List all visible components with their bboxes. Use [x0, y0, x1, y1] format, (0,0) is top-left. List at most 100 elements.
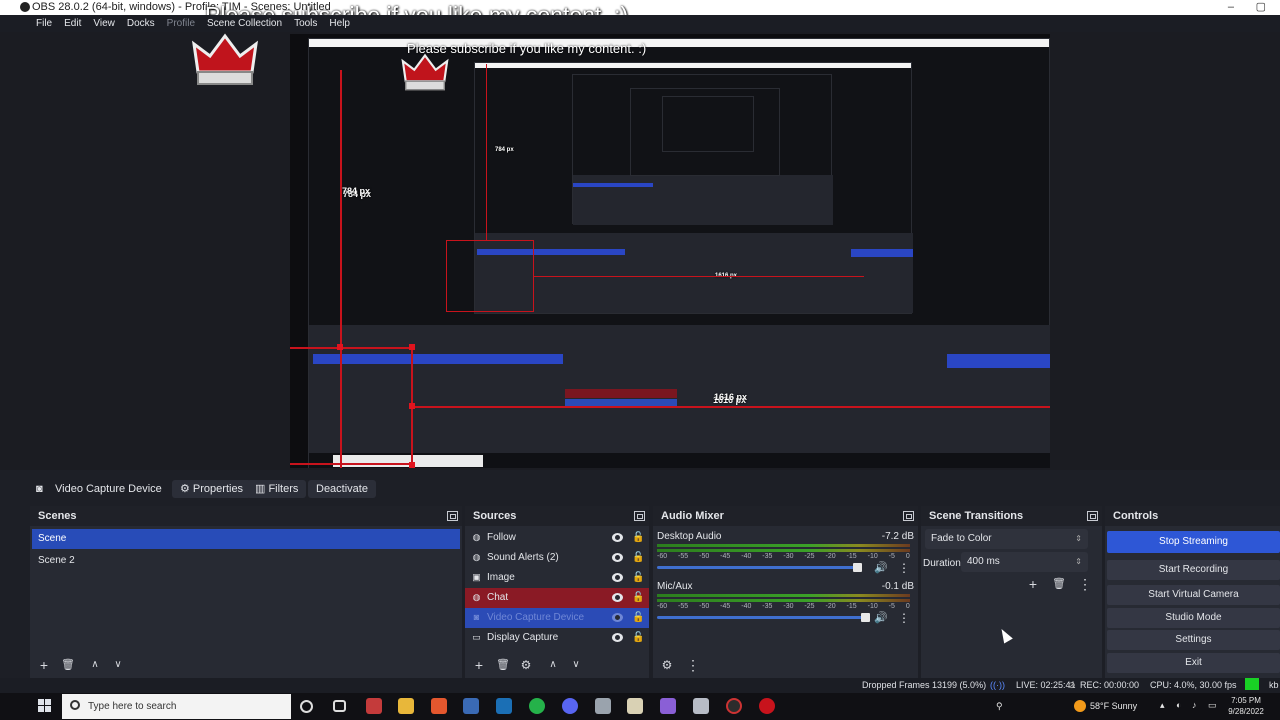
- lock-icon[interactable]: 🔓: [632, 632, 644, 643]
- maximize-icon[interactable]: ▢: [1256, 0, 1266, 15]
- eye-hidden-icon[interactable]: [612, 613, 623, 622]
- task-view-icon[interactable]: [333, 700, 346, 712]
- add-icon[interactable]: +: [471, 657, 487, 673]
- minimize-icon[interactable]: –: [1228, 0, 1234, 15]
- app-icon[interactable]: [595, 698, 611, 714]
- app-icon[interactable]: [660, 698, 676, 714]
- source-item-follow[interactable]: ◍ Follow 🔓: [465, 528, 649, 548]
- taskbar-search[interactable]: Type here to search: [62, 694, 291, 719]
- eye-icon[interactable]: [612, 533, 623, 542]
- menu-tools[interactable]: Tools: [288, 15, 323, 32]
- menu-edit[interactable]: Edit: [58, 15, 87, 32]
- transition-select[interactable]: Fade to Color ⇕: [925, 529, 1088, 549]
- chevron-up-icon[interactable]: ∧: [87, 657, 103, 673]
- kebab-menu-icon[interactable]: ⋮: [898, 612, 910, 624]
- add-icon[interactable]: +: [1025, 576, 1041, 592]
- display-icon[interactable]: ▭: [1208, 700, 1217, 711]
- trash-icon[interactable]: 🗑: [495, 657, 511, 673]
- file-explorer-icon[interactable]: [398, 698, 414, 714]
- source-item-display-capture[interactable]: ▭ Display Capture 🔓: [465, 628, 649, 648]
- transform-handle[interactable]: [409, 344, 415, 350]
- scene-item[interactable]: Scene 2: [32, 551, 460, 571]
- source-item-image[interactable]: ▣ Image 🔓: [465, 568, 649, 588]
- studio-mode-button[interactable]: Studio Mode: [1107, 608, 1280, 628]
- source-item-chat[interactable]: ◍ Chat 🔓: [465, 588, 649, 608]
- app-icon[interactable]: [759, 698, 775, 714]
- source-item-sound-alerts[interactable]: ◍ Sound Alerts (2) 🔓: [465, 548, 649, 568]
- settings-button[interactable]: Settings: [1107, 630, 1280, 650]
- duration-input[interactable]: 400 ms ⇕: [961, 552, 1088, 572]
- menu-profile[interactable]: Profile: [161, 15, 201, 32]
- windows-start-icon[interactable]: [38, 699, 52, 713]
- chevron-up-icon[interactable]: ∧: [545, 657, 561, 673]
- app-icon[interactable]: [693, 698, 709, 714]
- deactivate-button[interactable]: Deactivate: [308, 480, 376, 498]
- scene-item[interactable]: Scene: [32, 529, 460, 549]
- eye-icon[interactable]: [612, 573, 623, 582]
- undock-icon[interactable]: [1087, 511, 1098, 521]
- preview-canvas[interactable]: 784 px 1616 px Please subscribe if you l…: [290, 34, 1050, 468]
- properties-button[interactable]: ⚙ Properties: [172, 480, 252, 498]
- obs-taskbar-icon[interactable]: [726, 698, 742, 714]
- eye-icon[interactable]: [612, 553, 623, 562]
- volume-icon[interactable]: ◐: [1176, 700, 1181, 710]
- trash-icon[interactable]: 🗑: [1051, 576, 1067, 592]
- app-icon[interactable]: [366, 698, 382, 714]
- lock-icon[interactable]: 🔓: [632, 612, 644, 623]
- source-item-video-capture[interactable]: ◙ Video Capture Device 🔓: [465, 608, 649, 628]
- eye-icon[interactable]: [612, 633, 623, 642]
- menu-view[interactable]: View: [87, 15, 121, 32]
- transform-handle[interactable]: [337, 344, 343, 350]
- discord-icon[interactable]: [562, 698, 578, 714]
- kebab-menu-icon[interactable]: ⋮: [898, 562, 910, 574]
- filters-button[interactable]: ▥ Filters: [247, 480, 307, 498]
- trash-icon[interactable]: 🗑: [60, 657, 76, 673]
- chat-app-icon[interactable]: [529, 698, 545, 714]
- taskbar-clock[interactable]: 7:05 PM 9/28/2022: [1222, 695, 1270, 717]
- speaker-tray-icon[interactable]: ♪: [1192, 700, 1197, 710]
- cortana-icon[interactable]: [300, 700, 313, 713]
- stop-streaming-button[interactable]: Stop Streaming: [1107, 531, 1280, 553]
- volume-slider[interactable]: [657, 613, 870, 622]
- chevron-down-icon[interactable]: ∨: [110, 657, 126, 673]
- guide-bounding-box-nested: [446, 240, 534, 312]
- kebab-menu-icon[interactable]: ⋮: [1077, 576, 1093, 592]
- app-icon[interactable]: [627, 698, 643, 714]
- eye-icon[interactable]: [612, 593, 623, 602]
- kebab-menu-icon[interactable]: ⋮: [685, 657, 701, 673]
- start-virtual-camera-button[interactable]: Start Virtual Camera: [1107, 585, 1280, 605]
- brave-browser-icon[interactable]: [431, 698, 447, 714]
- menu-file[interactable]: File: [0, 15, 58, 32]
- network-icon[interactable]: ▴: [1160, 700, 1165, 711]
- undock-icon[interactable]: [903, 511, 914, 521]
- speaker-icon[interactable]: 🔊: [874, 612, 888, 624]
- lock-icon[interactable]: 🔓: [632, 572, 644, 583]
- undock-icon[interactable]: [447, 511, 458, 521]
- start-recording-button[interactable]: Start Recording: [1107, 560, 1280, 580]
- chevron-down-icon[interactable]: ∨: [568, 657, 584, 673]
- menu-docks[interactable]: Docks: [121, 15, 161, 32]
- slider-knob[interactable]: [853, 563, 862, 572]
- slider-knob[interactable]: [861, 613, 870, 622]
- gear-icon[interactable]: ⚙: [659, 657, 675, 673]
- people-icon[interactable]: ⚲: [996, 701, 1003, 712]
- spinner-icon[interactable]: ⇕: [1075, 552, 1082, 572]
- lock-icon[interactable]: 🔓: [632, 592, 644, 603]
- transform-handle[interactable]: [409, 403, 415, 409]
- weather-text[interactable]: 58°F Sunny: [1090, 701, 1137, 711]
- menu-help[interactable]: Help: [323, 15, 356, 32]
- weather-icon[interactable]: [1074, 700, 1086, 712]
- speaker-icon[interactable]: 🔊: [874, 562, 888, 574]
- exit-button[interactable]: Exit: [1107, 653, 1280, 673]
- volume-slider[interactable]: [657, 563, 862, 572]
- menu-scene-collection[interactable]: Scene Collection: [201, 15, 288, 32]
- transform-handle[interactable]: [409, 462, 415, 468]
- lock-icon[interactable]: 🔓: [632, 552, 644, 563]
- preview-area[interactable]: 784 px 1616 px Please subscribe if you l…: [0, 32, 1280, 470]
- add-icon[interactable]: +: [36, 657, 52, 673]
- app-icon[interactable]: [463, 698, 479, 714]
- steam-icon[interactable]: [496, 698, 512, 714]
- gear-icon[interactable]: ⚙: [518, 657, 534, 673]
- undock-icon[interactable]: [634, 511, 645, 521]
- lock-icon[interactable]: 🔓: [632, 532, 644, 543]
